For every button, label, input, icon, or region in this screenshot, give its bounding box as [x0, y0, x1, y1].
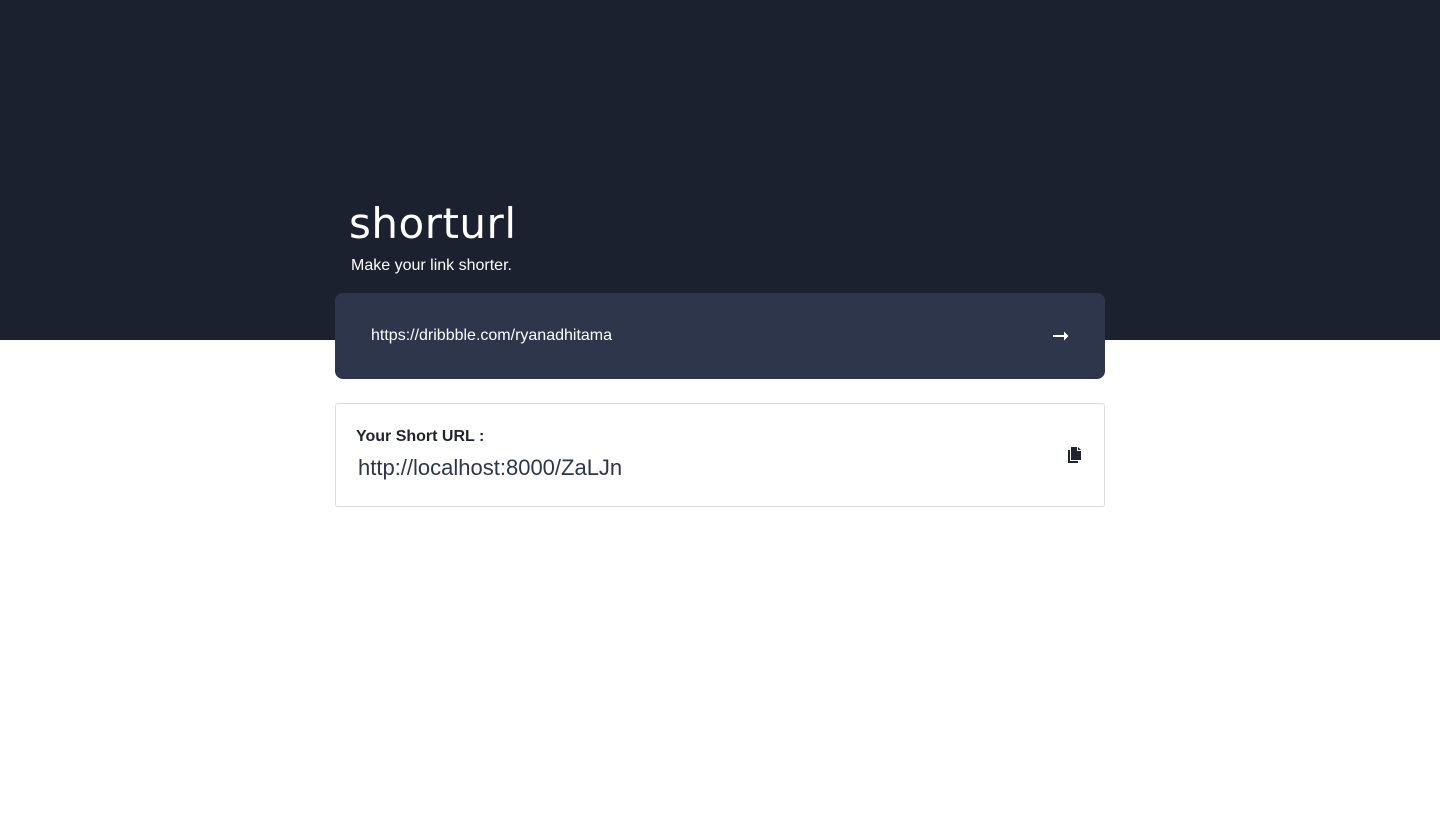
copy-button[interactable]	[1062, 442, 1088, 468]
app-title: shorturl	[349, 199, 517, 248]
short-url-value[interactable]: http://localhost:8000/ZaLJn	[358, 454, 622, 482]
arrow-right-icon	[1053, 331, 1069, 341]
hero-header: shorturl Make your link shorter.	[0, 0, 1440, 340]
shorten-form	[335, 293, 1105, 379]
copy-icon	[1068, 447, 1081, 463]
short-url-label: Your Short URL :	[356, 428, 485, 445]
short-url-result-card: Your Short URL : http://localhost:8000/Z…	[335, 403, 1105, 507]
shorten-submit-button[interactable]	[1037, 315, 1085, 357]
app-tagline: Make your link shorter.	[351, 257, 512, 274]
long-url-input[interactable]	[355, 315, 1015, 357]
